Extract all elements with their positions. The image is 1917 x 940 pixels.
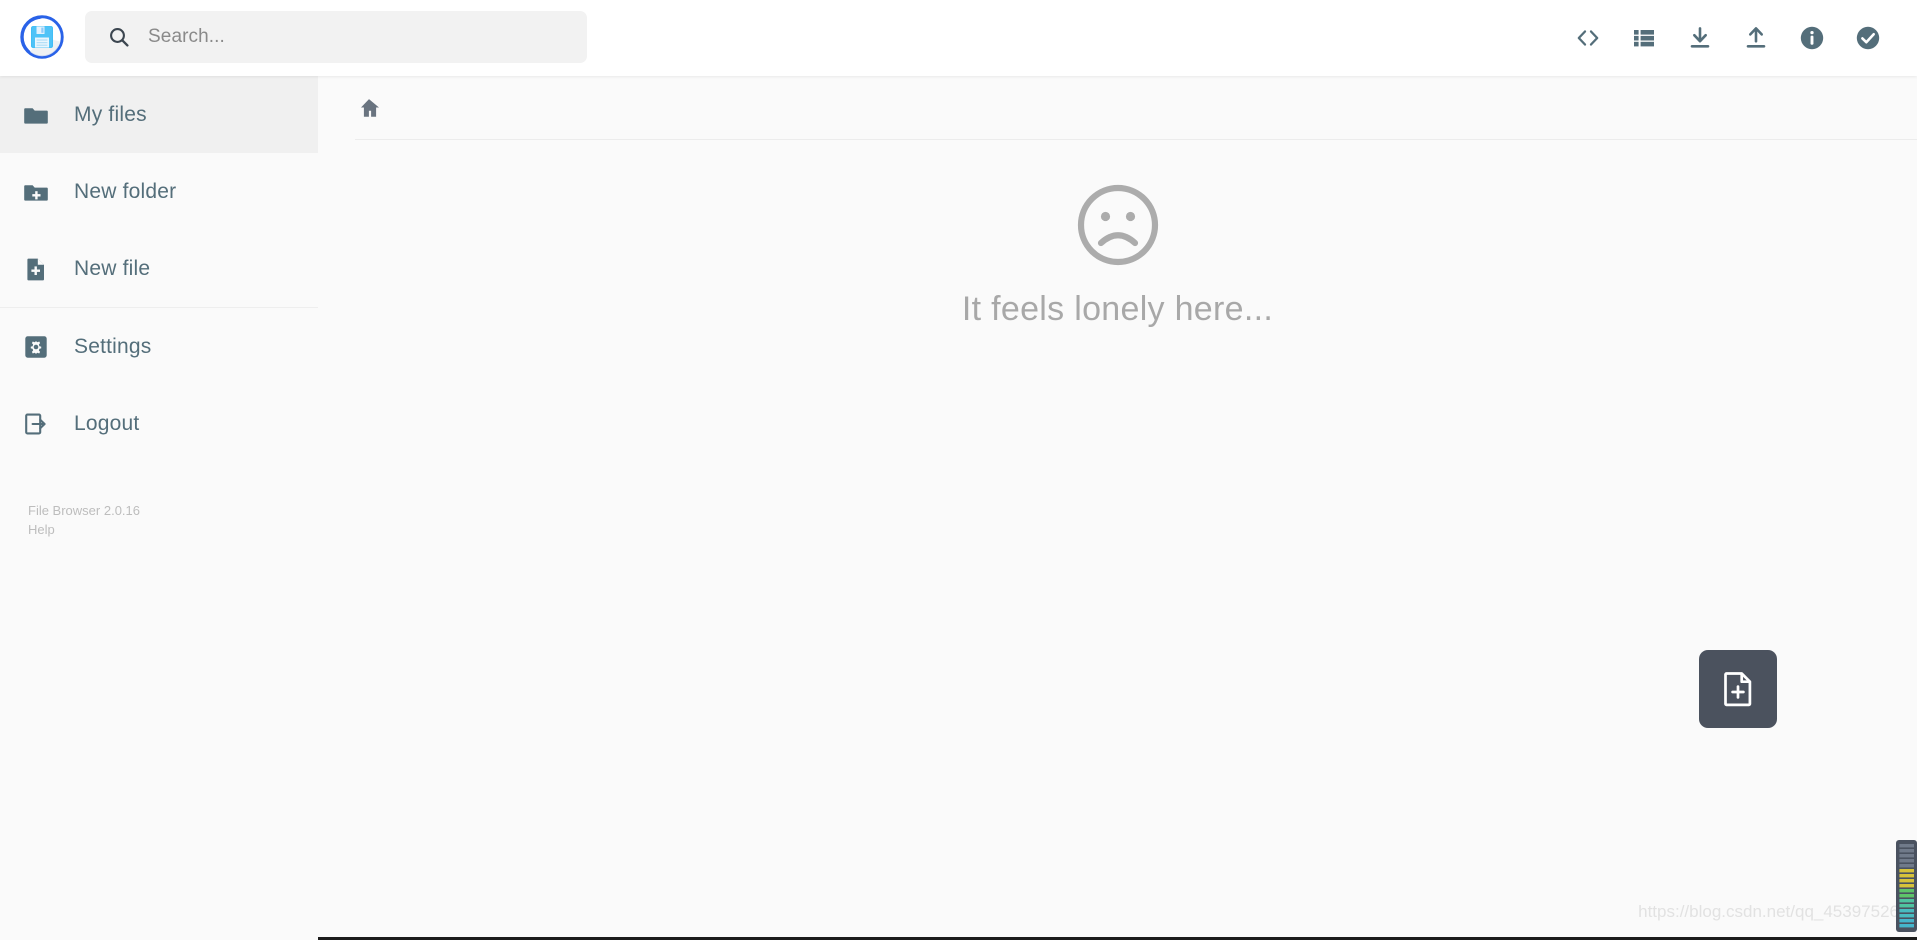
sidebar-item-settings[interactable]: Settings — [0, 308, 318, 385]
sidebar-primary-group: My files New folder New file — [0, 76, 318, 307]
search-placeholder: Search... — [148, 26, 225, 47]
sidebar-item-my-files[interactable]: My files — [0, 76, 318, 153]
sidebar-footer: File Browser 2.0.16 Help — [28, 502, 140, 540]
sidebar-item-label: Logout — [74, 411, 140, 435]
sidebar-item-label: Settings — [74, 334, 152, 358]
download-icon — [1690, 27, 1710, 48]
folder-plus-icon — [23, 179, 49, 205]
main-content: It feels lonely here... — [318, 76, 1917, 940]
watermark: https://blog.csdn.net/qq_45397526 — [1638, 902, 1899, 921]
sidebar: My files New folder New file Settings Lo… — [0, 76, 318, 940]
file-browser-app: Search... My files New folder New file S… — [0, 0, 1917, 940]
new-file-fab[interactable] — [1699, 650, 1777, 728]
breadcrumb-home-link[interactable] — [357, 96, 381, 120]
code-brackets-icon — [1577, 30, 1599, 46]
version-credit: File Browser 2.0.16 — [28, 503, 140, 518]
sidebar-item-label: New file — [74, 256, 151, 280]
header-actions — [1573, 0, 1897, 76]
folder-icon — [23, 102, 49, 128]
empty-state-message: It feels lonely here... — [961, 290, 1274, 328]
search-input[interactable]: Search... — [85, 11, 587, 63]
switch-view-button[interactable] — [1629, 23, 1659, 53]
file-plus-icon — [1724, 672, 1752, 707]
info-circle-icon — [1800, 26, 1824, 50]
level-meter-widget — [1896, 840, 1917, 932]
sidebar-item-new-file[interactable]: New file — [0, 230, 318, 307]
upload-button[interactable] — [1741, 23, 1771, 53]
file-plus-icon — [23, 256, 49, 282]
shell-button[interactable] — [1573, 23, 1603, 53]
floppy-disk-icon — [20, 15, 64, 59]
home-icon — [361, 99, 379, 117]
check-circle-icon — [1856, 26, 1880, 50]
list-view-icon — [1634, 30, 1654, 47]
upload-icon — [1746, 27, 1766, 48]
sidebar-item-new-folder[interactable]: New folder — [0, 153, 318, 230]
help-link[interactable]: Help — [28, 521, 140, 540]
sidebar-secondary-group: Settings Logout — [0, 308, 318, 462]
empty-state: It feels lonely here... — [318, 182, 1917, 329]
info-button[interactable] — [1797, 23, 1827, 53]
app-logo[interactable] — [16, 11, 68, 63]
app-header: Search... — [0, 0, 1917, 76]
sidebar-item-logout[interactable]: Logout — [0, 385, 318, 462]
logout-icon — [23, 411, 49, 437]
download-button[interactable] — [1685, 23, 1715, 53]
breadcrumb — [318, 76, 1917, 140]
sad-face-icon — [1077, 184, 1158, 266]
sidebar-item-label: My files — [74, 102, 147, 126]
gear-icon — [23, 334, 49, 360]
sidebar-item-label: New folder — [74, 179, 177, 203]
select-button[interactable] — [1853, 23, 1883, 53]
search-icon — [110, 28, 129, 47]
